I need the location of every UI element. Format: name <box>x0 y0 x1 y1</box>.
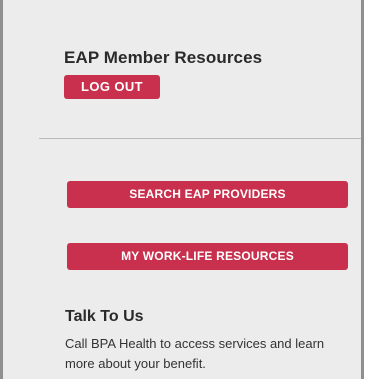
talk-to-us-heading: Talk To Us <box>65 308 144 325</box>
section-divider <box>39 138 361 139</box>
talk-to-us-text: Call BPA Health to access services and l… <box>65 336 325 371</box>
logout-button[interactable]: LOG OUT <box>64 75 160 99</box>
work-life-resources-button[interactable]: MY WORK-LIFE RESOURCES <box>67 243 348 270</box>
eap-sidebar-panel: EAP Member Resources LOG OUT SEARCH EAP … <box>0 0 364 379</box>
eap-section-title: EAP Member Resources <box>64 48 263 67</box>
search-eap-providers-button[interactable]: SEARCH EAP PROVIDERS <box>67 181 348 208</box>
